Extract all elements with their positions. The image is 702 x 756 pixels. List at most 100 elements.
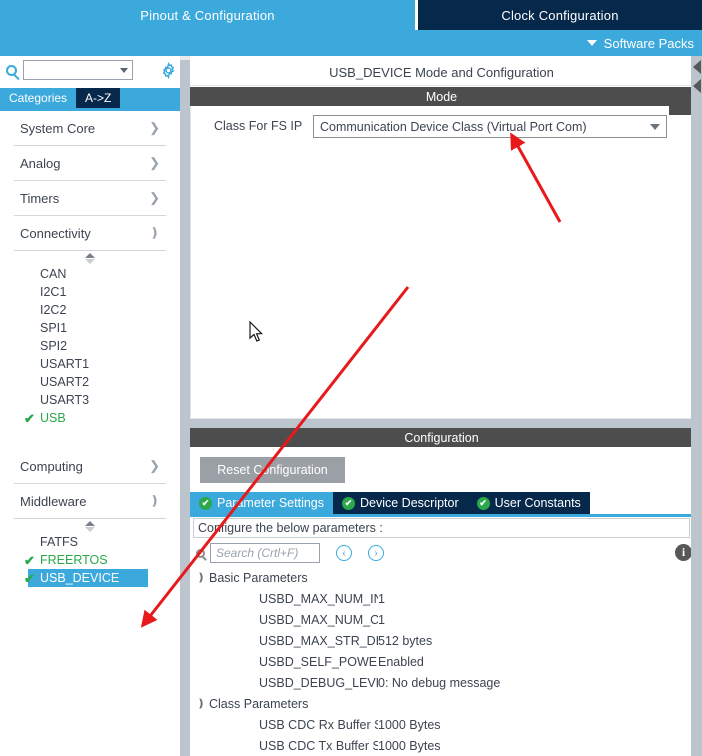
tab-clock-label: Clock Configuration [501,7,619,23]
chevron-right-icon: ❯ [149,190,160,205]
chevron-down-icon [586,40,597,46]
sidebar-group-label: Computing [20,458,83,474]
table-row[interactable]: USB CDC Rx Buffer Size 1000 Bytes [193,714,690,735]
param-value: Enabled [378,654,424,669]
configuration-tabs-underline [190,514,693,517]
tab-a-to-z-label: A->Z [85,91,112,105]
mode-section-header: Mode [190,87,693,106]
parameter-search-placeholder: Search (Crtl+F) [216,546,299,560]
reset-configuration-button[interactable]: Reset Configuration [200,457,345,483]
table-row[interactable]: USBD_DEBUG_LEVEL (US... 0: No debug mess… [193,672,690,693]
sidebar-item-i2c1[interactable]: I2C1 [40,283,180,301]
sidebar-item-fatfs[interactable]: FATFS [40,533,180,551]
tab-categories[interactable]: Categories [0,88,76,108]
triangle-up-icon [85,520,95,526]
param-group-basic-parameters[interactable]: ❫ Basic Parameters [193,567,690,588]
triangle-right-icon [693,60,701,74]
class-for-fs-ip-select[interactable]: Communication Device Class (Virtual Port… [313,115,667,138]
sidebar-item-can[interactable]: CAN [40,265,180,283]
tab-pinout-configuration[interactable]: Pinout & Configuration [0,0,415,30]
sidebar-group-middleware[interactable]: Middleware ❫ [14,484,166,519]
sidebar-item-i2c2[interactable]: I2C2 [40,301,180,319]
item-label: USART2 [40,375,90,389]
sidebar-item-spi1[interactable]: SPI1 [40,319,180,337]
param-name: USBD_DEBUG_LEVEL (US... [259,675,378,690]
search-next-button[interactable]: › [368,545,384,561]
sidebar-group-system-core[interactable]: System Core ❯ [14,111,166,146]
configuration-tabs: ✔ Parameter Settings ✔ Device Descriptor… [190,492,693,514]
left-view-tabs: Categories A->Z [0,88,180,108]
sidebar-group-timers[interactable]: Timers ❯ [14,181,166,216]
sidebar-group-computing[interactable]: Computing ❯ [14,449,166,484]
ip-search-input[interactable] [23,60,133,80]
item-label: USB [40,411,66,425]
sidebar-group-label: Analog [20,155,61,171]
connectivity-scroll-indicator[interactable] [0,251,180,265]
page-title-text: USB_DEVICE Mode and Configuration [329,65,554,80]
search-prev-icon: ‹ [342,547,346,559]
tab-clock-configuration[interactable]: Clock Configuration [418,0,702,30]
check-circle-icon: ✔ [476,496,490,510]
page-title: USB_DEVICE Mode and Configuration [190,60,693,86]
configuration-section-label: Configuration [404,430,479,445]
item-label: USB_DEVICE [40,571,120,585]
sidebar-item-usb-device[interactable]: ✔ USB_DEVICE [24,569,148,587]
tab-device-descriptor[interactable]: ✔ Device Descriptor [333,492,468,514]
sidebar-group-label: Connectivity [20,225,91,241]
panel-collapse-arrows[interactable] [691,58,702,98]
sidebar-group-connectivity[interactable]: Connectivity ❫ [14,216,166,251]
sidebar-group-analog[interactable]: Analog ❯ [14,146,166,181]
class-for-fs-ip-label: Class For FS IP [214,119,303,133]
sidebar-item-usart2[interactable]: USART2 [40,373,180,391]
table-row[interactable]: USBD_MAX_NUM_CONFIGU... 1 [193,609,690,630]
search-icon [6,64,17,76]
gear-icon[interactable] [160,62,177,79]
chevron-down-icon: ❫ [149,493,160,508]
chevron-down-icon: ❫ [196,572,206,584]
item-label: FATFS [40,535,78,549]
sidebar-item-usb[interactable]: ✔ USB [24,409,180,427]
table-row[interactable]: USBD_MAX_STR_DESC_SIZ... 512 bytes [193,630,690,651]
table-row[interactable]: USB CDC Tx Buffer Size 1000 Bytes [193,735,690,756]
triangle-down-icon [85,526,95,532]
class-for-fs-ip-value: Communication Device Class (Virtual Port… [320,119,587,134]
item-label: USART3 [40,393,90,407]
right-scrollbar[interactable] [691,56,702,756]
param-name: USB CDC Rx Buffer Size [259,717,378,732]
sidebar-group-label: System Core [20,120,96,136]
param-value: 512 bytes [378,633,433,648]
tab-parameter-settings[interactable]: ✔ Parameter Settings [190,492,333,514]
tab-user-constants[interactable]: ✔ User Constants [467,492,590,514]
horizontal-splitter[interactable] [190,419,693,428]
configuration-section-header: Configuration [190,428,693,447]
search-prev-button[interactable]: ‹ [336,545,352,561]
check-circle-icon: ✔ [199,496,212,510]
chevron-down-icon [120,67,128,73]
tab-pinout-label: Pinout & Configuration [140,7,275,23]
param-name: USBD_MAX_NUM_CONFIGU... [259,612,378,627]
mode-section-label: Mode [425,89,458,104]
table-row[interactable]: USBD_SELF_POWERED (E... Enabled [193,651,690,672]
sidebar-item-spi2[interactable]: SPI2 [40,337,180,355]
check-icon: ✔ [24,570,35,586]
param-name: USB CDC Tx Buffer Size [259,738,378,753]
sidebar-item-freertos[interactable]: ✔ FREERTOS [24,551,180,569]
parameter-search-input[interactable]: Search (Crtl+F) [210,543,320,563]
param-value: 1000 Bytes [378,717,441,732]
software-packs-button[interactable]: Software Packs [586,30,694,56]
sidebar-item-usart1[interactable]: USART1 [40,355,180,373]
sidebar-item-usart3[interactable]: USART3 [40,391,180,409]
info-icon[interactable]: i [675,544,692,561]
item-label: FREERTOS [40,553,108,567]
tab-a-to-z[interactable]: A->Z [76,88,121,108]
vertical-splitter[interactable] [180,56,190,756]
param-group-class-parameters[interactable]: ❫ Class Parameters [193,693,690,714]
param-value: 1000 Bytes [378,738,441,753]
chevron-right-icon: ❯ [149,458,160,473]
table-row[interactable]: USBD_MAX_NUM_INTERFA... 1 [193,588,690,609]
connectivity-item-list: CAN I2C1 I2C2 SPI1 SPI2 USART1 USART2 US… [0,265,180,427]
chevron-down-icon: ❫ [149,225,160,240]
item-label: SPI1 [40,321,68,335]
search-icon [196,548,205,558]
middleware-scroll-indicator[interactable] [0,519,180,533]
